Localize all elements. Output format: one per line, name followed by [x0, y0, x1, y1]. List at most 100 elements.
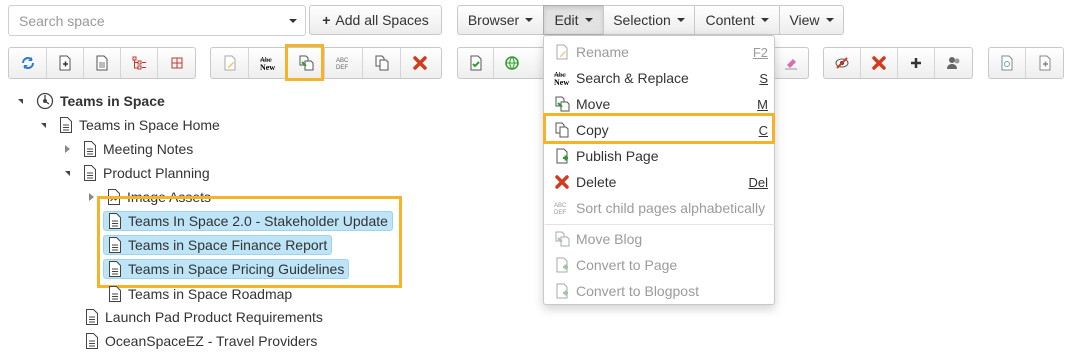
tree-item-label: Meeting Notes [103, 141, 194, 157]
menu-item-move[interactable]: Move M [544, 92, 774, 116]
menu-item-label: Copy [576, 122, 609, 138]
add-page-button[interactable] [47, 48, 84, 78]
page-icon [109, 213, 121, 229]
expand-toggle-icon[interactable] [61, 167, 73, 179]
approve-icon [470, 55, 481, 71]
convert-blog-icon [556, 283, 568, 299]
delete-button[interactable] [401, 48, 439, 78]
toolbar-group-eraser [773, 47, 809, 79]
menu-item-label: Convert to Page [576, 257, 678, 273]
svg-text:New: New [260, 63, 275, 71]
add-all-spaces-button[interactable]: + Add all Spaces [309, 5, 442, 35]
space-icon [36, 92, 54, 110]
menu-item-convert-to-blogpost[interactable]: Convert to Blogpost [544, 279, 774, 303]
tree-item-image-assets[interactable]: Image Assets [85, 187, 211, 207]
shortcut-label: C [758, 122, 768, 138]
tree-item-roadmap[interactable]: Teams in Space Roadmap [108, 284, 292, 304]
rename-icon [556, 44, 568, 60]
convert-page-icon [556, 257, 568, 273]
chevron-down-icon [525, 18, 534, 22]
copy-button[interactable] [363, 48, 401, 78]
page-icon [84, 141, 96, 157]
tree-item-label: Teams in Space Home [79, 117, 220, 133]
menu-item-convert-to-page[interactable]: Convert to Page [544, 253, 774, 277]
eraser-button[interactable] [774, 48, 808, 78]
expand-toggle-icon[interactable] [14, 95, 26, 107]
browser-menu-label: Browser [467, 12, 520, 28]
selection-menu-label: Selection [613, 12, 671, 28]
page-icon [96, 55, 108, 71]
menu-item-copy[interactable]: Copy C [544, 118, 774, 142]
tree-item-launch-pad[interactable]: Launch Pad Product Requirements [85, 307, 323, 327]
page-button[interactable] [84, 48, 121, 78]
tree-item-selected-3[interactable]: Teams in Space Pricing Guidelines [103, 258, 350, 280]
svg-text:ABC: ABC [554, 203, 567, 209]
tree-red-button[interactable] [158, 48, 195, 78]
browser-menu-button[interactable]: Browser [457, 5, 544, 35]
menu-item-rename[interactable]: Rename F2 [544, 40, 774, 64]
tree-button[interactable] [121, 48, 158, 78]
sort-icon: ABCDEF [554, 203, 567, 216]
users-button[interactable] [935, 48, 972, 78]
globe-button[interactable] [494, 48, 530, 78]
edit-menu-label: Edit [554, 12, 579, 28]
expand-toggle-icon[interactable] [37, 119, 49, 131]
shortcut-label: M [757, 96, 768, 112]
preview-button[interactable] [989, 48, 1026, 78]
tree-item-space-root[interactable]: Teams in Space [14, 91, 165, 111]
delete-icon [555, 175, 569, 189]
search-space-field[interactable] [8, 5, 306, 36]
menu-item-move-blog[interactable]: Move Blog [544, 227, 774, 251]
sort-button[interactable]: ABC DEF [325, 48, 363, 78]
page-icon [60, 117, 72, 133]
chevron-down-icon[interactable] [289, 19, 297, 23]
refresh-button[interactable] [9, 48, 47, 78]
move-button[interactable] [287, 48, 325, 78]
watch-button[interactable] [824, 48, 861, 78]
page-icon [84, 165, 96, 181]
toolbar-group-export [988, 47, 1064, 79]
tree-item-product-planning[interactable]: Product Planning [61, 163, 210, 183]
remove-icon [872, 56, 886, 70]
toolbar-group-space [8, 47, 196, 79]
remove-button[interactable] [861, 48, 898, 78]
menu-divider [545, 224, 775, 225]
menu-item-label: Sort child pages alphabetically [576, 200, 766, 216]
toolbar-group-edit: Abc New ABC DEF [210, 47, 442, 79]
menu-item-search-replace[interactable]: Abc New Search & Replace S [544, 66, 774, 90]
tree-item-meeting-notes[interactable]: Meeting Notes [61, 139, 193, 159]
menu-item-label: Publish Page [576, 148, 659, 164]
tree-item-selected-2[interactable]: Teams in Space Finance Report [103, 234, 333, 256]
svg-text:DEF: DEF [554, 210, 566, 216]
tree-item-label: Teams in Space Pricing Guidelines [128, 261, 345, 277]
page-icon [86, 309, 98, 325]
view-menu-button[interactable]: View [779, 5, 844, 35]
sort-icon: ABCDEF [336, 58, 349, 71]
edit-menu-button[interactable]: Edit [543, 5, 604, 35]
edit-dropdown-menu: Rename F2 Abc New Search & Replace S Move… [543, 35, 775, 305]
rename-button[interactable] [211, 48, 249, 78]
copy-icon [375, 55, 388, 71]
view-menu-label: View [789, 12, 820, 28]
expand-toggle-icon[interactable] [61, 143, 73, 155]
export-button[interactable] [1026, 48, 1063, 78]
tree-item-label: Teams in Space [60, 93, 165, 109]
search-replace-button[interactable]: Abc New [249, 48, 287, 78]
tree-item-selected-1[interactable]: Teams In Space 2.0 - Stakeholder Update [103, 210, 393, 232]
menu-item-sort-children[interactable]: ABC DEF Sort child pages alphabetically [544, 196, 774, 220]
content-menu-button[interactable]: Content [694, 5, 780, 35]
tree-item-home[interactable]: Teams in Space Home [37, 115, 220, 135]
add-icon [911, 58, 921, 68]
approve-button[interactable] [458, 48, 494, 78]
image-page-icon [108, 189, 120, 205]
expand-toggle-icon[interactable] [85, 191, 97, 203]
tree-item-label: Product Planning [103, 165, 210, 181]
add-all-spaces-label: Add all Spaces [335, 12, 429, 28]
menu-item-label: Move Blog [576, 231, 643, 247]
selection-menu-button[interactable]: Selection [603, 5, 695, 35]
tree-item-oceanspace[interactable]: OceanSpaceEZ - Travel Providers [85, 331, 317, 351]
menu-item-publish-page[interactable]: Publish Page [544, 144, 774, 168]
menu-item-delete[interactable]: Delete Del [544, 170, 774, 194]
add-button[interactable] [898, 48, 935, 78]
search-input[interactable] [9, 6, 269, 35]
